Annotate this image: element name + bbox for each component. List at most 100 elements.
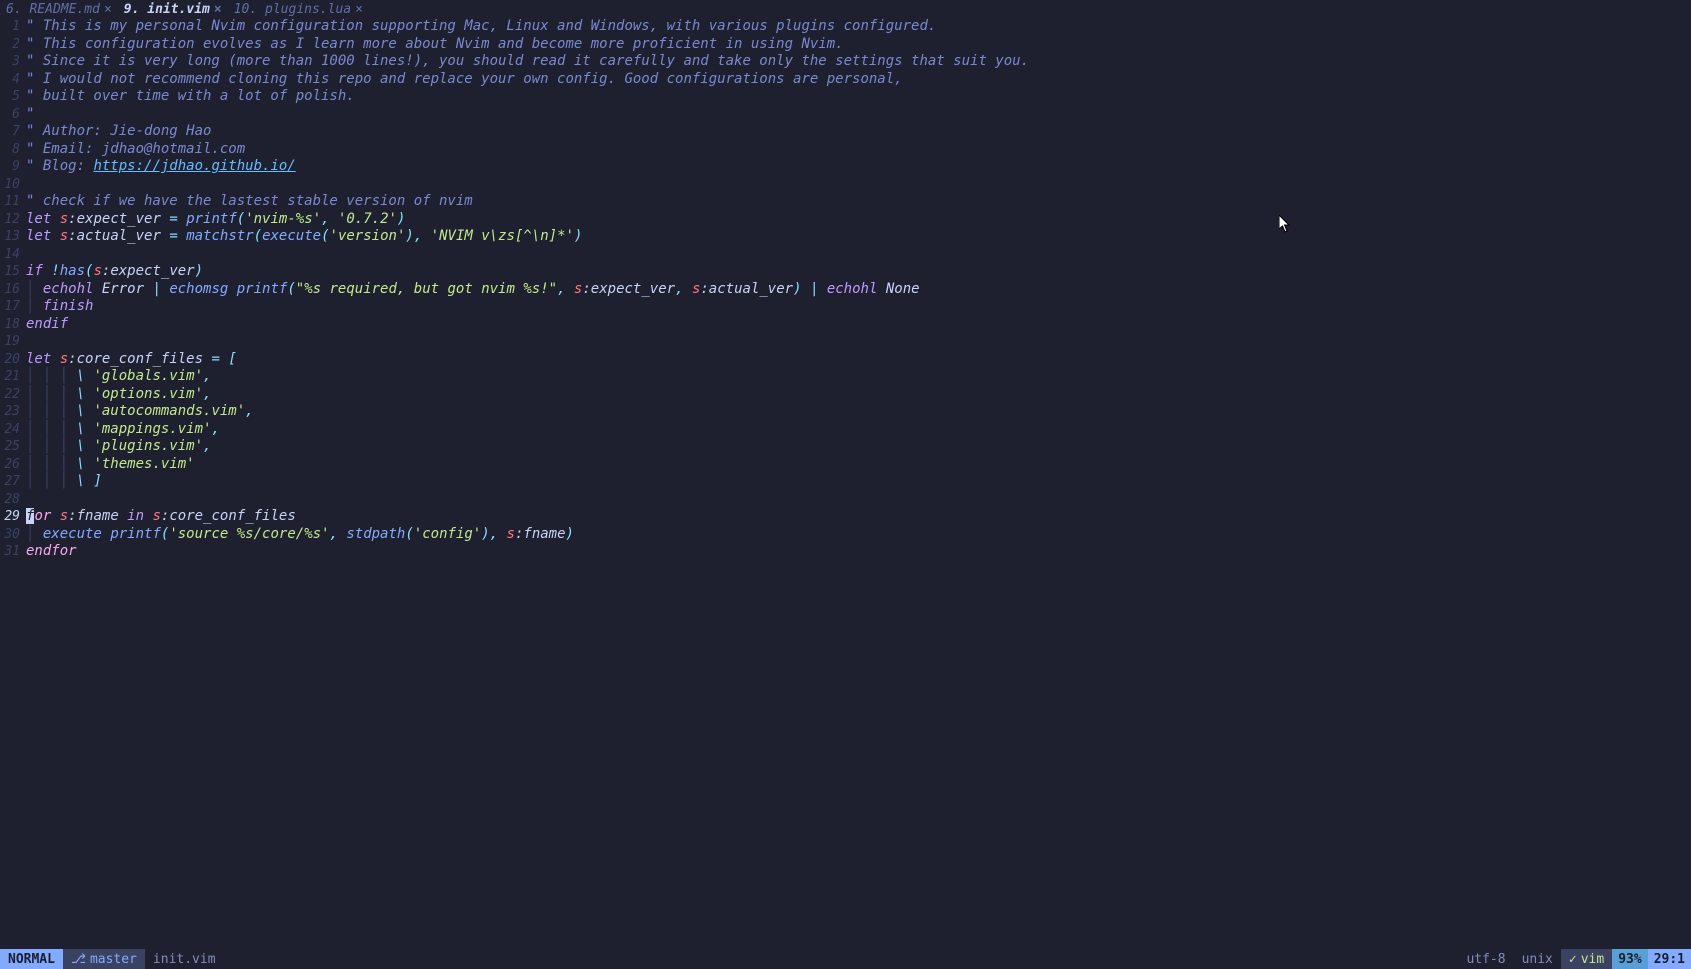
line-number: 20: [0, 351, 20, 369]
line-number: 12: [0, 211, 20, 229]
line-number: 22: [0, 386, 20, 404]
indent: │: [26, 281, 43, 297]
bs: \: [77, 386, 94, 402]
scope: s: [93, 263, 101, 279]
punct: ,: [321, 211, 338, 227]
comma: ,: [245, 403, 253, 419]
tab-init-vim[interactable]: 9. init.vim ×: [118, 0, 228, 18]
str: 'config': [414, 526, 481, 542]
indent: │ │ │: [26, 421, 77, 437]
bs: \: [77, 473, 94, 489]
op: !: [43, 263, 60, 279]
code-content[interactable]: " This is my personal Nvim configuration…: [22, 18, 1691, 949]
close-icon[interactable]: ×: [104, 2, 112, 17]
kw: endfor: [26, 543, 77, 559]
kw: in: [119, 508, 153, 524]
fn: printf: [186, 211, 237, 227]
str: 'nvim-%s': [245, 211, 321, 227]
filetype: ✓ vim: [1561, 949, 1612, 969]
punct: (: [405, 526, 413, 542]
kw: let: [26, 351, 51, 367]
line-number: 23: [0, 403, 20, 421]
tab-label: init.vim: [147, 2, 210, 17]
line-number: 21: [0, 368, 20, 386]
line-number: 30: [0, 526, 20, 544]
punct: ): [397, 211, 405, 227]
kw: or: [34, 508, 51, 524]
line-number: 19: [0, 333, 20, 351]
kw: let: [26, 211, 51, 227]
encoding: utf-8: [1458, 949, 1513, 969]
str: 'NVIM v\zs[^\n]*': [431, 228, 574, 244]
close-icon[interactable]: ×: [214, 2, 222, 17]
line-number: 6: [0, 106, 20, 124]
var: :expect_ver: [582, 281, 675, 297]
indent: │ │ │: [26, 368, 77, 384]
kw: echomsg: [161, 281, 237, 297]
tab-num: 10.: [234, 2, 257, 17]
mode-indicator: NORMAL: [0, 949, 63, 969]
comment: " Email: jdhao@hotmail.com: [26, 141, 245, 157]
line-number: 16: [0, 281, 20, 299]
fn: execute: [262, 228, 321, 244]
bs: \: [77, 456, 94, 472]
indent: │ │ │: [26, 473, 77, 489]
line-number: 29: [0, 508, 20, 526]
comma: ,: [211, 421, 219, 437]
var: :actual_ver: [68, 228, 161, 244]
line-number: 11: [0, 193, 20, 211]
line-number: 3: [0, 53, 20, 71]
punct: (: [287, 281, 295, 297]
fn: printf: [110, 526, 161, 542]
comment: " This is my personal Nvim configuration…: [26, 18, 936, 34]
tab-plugins-lua[interactable]: 10. plugins.lua ×: [228, 0, 369, 18]
var: :actual_ver: [700, 281, 793, 297]
branch-name: master: [90, 952, 137, 967]
str: 'options.vim': [93, 386, 203, 402]
line-number: 31: [0, 543, 20, 561]
punct: ,: [329, 526, 346, 542]
comment: " check if we have the lastest stable ve…: [26, 193, 473, 209]
line-number: 1: [0, 18, 20, 36]
var: :core_conf_files: [68, 351, 203, 367]
punct: (: [237, 211, 245, 227]
indent: │ │ │: [26, 438, 77, 454]
kw: echohl: [818, 281, 877, 297]
line-number: 13: [0, 228, 20, 246]
var: :fname: [68, 508, 119, 524]
filename: init.vim: [145, 949, 224, 969]
scroll-percent: 93%: [1612, 949, 1647, 969]
str: "%s required, but got nvim %s!": [296, 281, 557, 297]
line-number: 8: [0, 141, 20, 159]
indent: │ │ │: [26, 456, 77, 472]
fileformat: unix: [1514, 949, 1561, 969]
line-number: 24: [0, 421, 20, 439]
line-number: 14: [0, 246, 20, 264]
scope: s: [507, 526, 515, 542]
line-number-gutter: 1234567891011121314151617181920212223242…: [0, 18, 22, 949]
editor-area[interactable]: 1234567891011121314151617181920212223242…: [0, 18, 1691, 949]
comma: ,: [203, 368, 211, 384]
str: 'themes.vim': [93, 456, 194, 472]
check-icon: ✓: [1569, 952, 1577, 967]
tab-label: plugins.lua: [265, 2, 351, 17]
var: :fname: [515, 526, 566, 542]
bs: \: [77, 438, 94, 454]
comma: ,: [203, 386, 211, 402]
close-icon[interactable]: ×: [355, 2, 363, 17]
tab-readme[interactable]: 6. README.md ×: [0, 0, 118, 18]
punct: ,: [675, 281, 692, 297]
punct: ,: [414, 228, 431, 244]
line-number: 17: [0, 298, 20, 316]
kw: let: [26, 228, 51, 244]
bs: \: [77, 403, 94, 419]
line-number: 5: [0, 88, 20, 106]
str: 'source %s/core/%s': [169, 526, 329, 542]
fn: has: [60, 263, 85, 279]
scope: s: [60, 351, 68, 367]
punct: ,: [557, 281, 574, 297]
indent: │: [26, 526, 43, 542]
blog-link[interactable]: https://jdhao.github.io/: [93, 158, 295, 174]
fn: stdpath: [346, 526, 405, 542]
punct: ): [566, 526, 574, 542]
